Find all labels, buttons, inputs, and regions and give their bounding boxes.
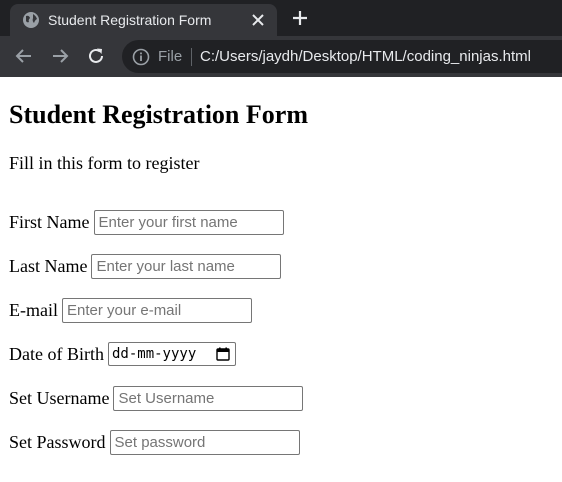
username-input[interactable] bbox=[113, 385, 304, 411]
password-row: Set Password bbox=[9, 429, 300, 455]
address-divider bbox=[191, 48, 192, 66]
address-bar[interactable]: File C:/Users/jaydh/Desktop/HTML/coding_… bbox=[122, 40, 562, 73]
email-input[interactable] bbox=[61, 297, 252, 323]
close-icon[interactable] bbox=[248, 10, 268, 30]
password-input[interactable] bbox=[109, 429, 300, 455]
tab-strip: Student Registration Form bbox=[0, 0, 562, 36]
info-icon[interactable] bbox=[132, 48, 150, 66]
password-label: Set Password bbox=[9, 432, 106, 452]
page-subtitle: Fill in this form to register bbox=[9, 153, 200, 173]
globe-icon bbox=[22, 11, 40, 29]
browser-tab[interactable]: Student Registration Form bbox=[10, 4, 277, 36]
last-name-label: Last Name bbox=[9, 256, 88, 276]
page-content: Student Registration Form Fill in this f… bbox=[0, 77, 562, 482]
first-name-row: First Name bbox=[9, 209, 284, 235]
tab-title: Student Registration Form bbox=[48, 12, 212, 28]
file-scheme-label: File bbox=[158, 48, 183, 65]
plus-icon[interactable] bbox=[288, 6, 312, 30]
dob-date-input[interactable]: dd-mm-yyyy bbox=[107, 342, 236, 366]
dob-label: Date of Birth bbox=[9, 344, 104, 364]
browser-toolbar: File C:/Users/jaydh/Desktop/HTML/coding_… bbox=[0, 36, 562, 77]
username-label: Set Username bbox=[9, 388, 110, 408]
back-arrow-icon[interactable] bbox=[12, 44, 36, 68]
page-title: Student Registration Form bbox=[9, 100, 308, 129]
forward-arrow-icon[interactable] bbox=[48, 44, 72, 68]
first-name-input[interactable] bbox=[93, 209, 284, 235]
username-row: Set Username bbox=[9, 385, 304, 411]
reload-icon[interactable] bbox=[84, 44, 108, 68]
calendar-icon[interactable] bbox=[216, 347, 230, 361]
email-row: E-mail bbox=[9, 297, 252, 323]
first-name-label: First Name bbox=[9, 212, 90, 232]
dob-row: Date of Birth dd-mm-yyyy bbox=[9, 341, 236, 367]
last-name-input[interactable] bbox=[91, 253, 282, 279]
last-name-row: Last Name bbox=[9, 253, 282, 279]
dob-placeholder: dd-mm-yyyy bbox=[111, 346, 197, 362]
email-label: E-mail bbox=[9, 300, 58, 320]
url-text[interactable]: C:/Users/jaydh/Desktop/HTML/coding_ninja… bbox=[200, 47, 531, 66]
